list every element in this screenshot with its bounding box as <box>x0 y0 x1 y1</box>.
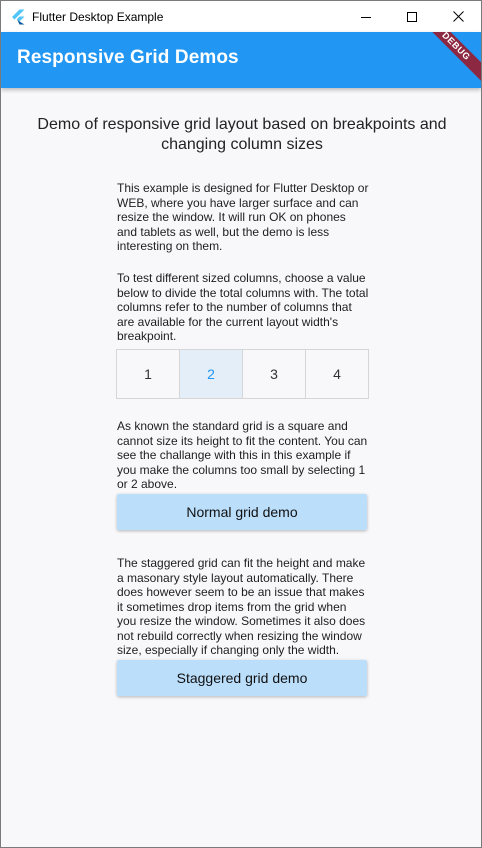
close-icon <box>452 11 464 22</box>
column-option-4[interactable]: 4 <box>305 350 368 398</box>
app-window: Flutter Desktop Example Responsive Grid … <box>0 0 482 848</box>
flutter-logo-icon <box>10 9 26 25</box>
staggered-grid-text: The staggered grid can fit the height an… <box>117 556 366 657</box>
normal-grid-text: As known the standard grid is a square a… <box>117 419 368 491</box>
maximize-icon <box>407 11 417 22</box>
column-option-2[interactable]: 2 <box>179 350 242 398</box>
debug-banner: DEBUG <box>412 32 481 88</box>
minimize-icon <box>361 16 371 18</box>
window-controls <box>343 1 481 32</box>
staggered-grid-demo-button[interactable]: Staggered grid demo <box>117 660 367 696</box>
page-title: Responsive Grid Demos <box>17 47 239 68</box>
intro-text: This example is designed for Flutter Des… <box>117 181 369 253</box>
normal-grid-demo-button[interactable]: Normal grid demo <box>117 494 367 530</box>
maximize-button[interactable] <box>389 1 435 32</box>
window-titlebar[interactable]: Flutter Desktop Example <box>1 1 481 32</box>
column-option-1[interactable]: 1 <box>117 350 179 398</box>
close-button[interactable] <box>435 1 481 32</box>
column-divider-toggle: 1 2 3 4 <box>116 349 369 399</box>
demo-headline: Demo of responsive grid layout based on … <box>37 116 447 153</box>
columns-instructions-text: To test different sized columns, choose … <box>117 271 369 343</box>
column-option-3[interactable]: 3 <box>242 350 305 398</box>
minimize-button[interactable] <box>343 1 389 32</box>
app-bar: Responsive Grid Demos DEBUG <box>1 32 481 88</box>
window-title: Flutter Desktop Example <box>32 9 164 24</box>
